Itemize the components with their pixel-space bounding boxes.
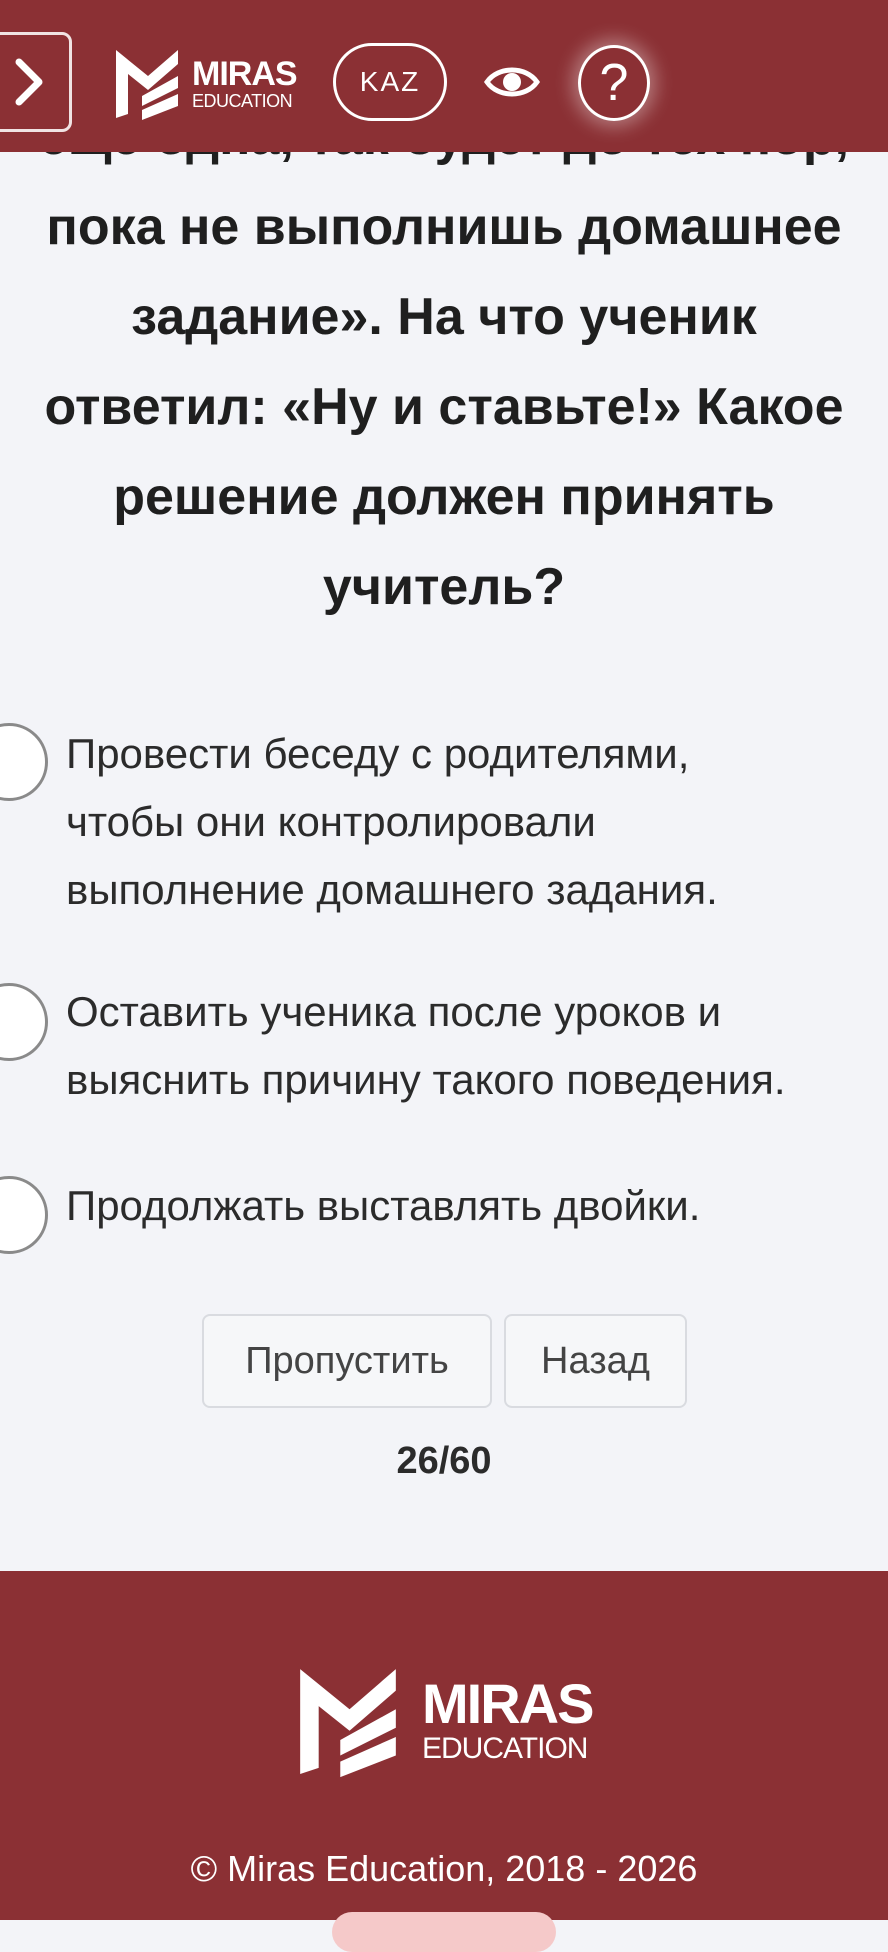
logo-subtitle: EDUCATION [192,90,293,111]
top-header: MIRAS EDUCATION KAZ ? [0,0,888,152]
chevron-right-icon [15,58,43,106]
miras-logo-icon [116,50,178,120]
back-button[interactable]: Назад [504,1314,687,1408]
answer-radio[interactable] [0,1176,48,1254]
sidebar-toggle-button[interactable] [0,32,72,132]
logo-title: MIRAS [192,54,298,93]
answer-radio[interactable] [0,723,48,801]
question-counter: 26/60 [396,1440,492,1482]
footer: MIRAS EDUCATION © Miras Education, 2018 … [0,1571,888,1952]
answer-label: Провести беседу с родителями, чтобы они … [66,730,718,913]
question-line: решение должен принять [113,468,775,526]
answer-radio[interactable] [0,983,48,1061]
question-line: учитель? [322,558,566,616]
question-text: еще одна, так будет до тех пор, пока не … [0,92,888,632]
question-line: ответил: «Ну и ставьте!» Какое [44,378,844,436]
miras-logo-icon [300,1669,396,1778]
footer-button[interactable] [332,1912,556,1952]
footer-logo[interactable]: MIRAS EDUCATION [294,1659,594,1781]
skip-button[interactable]: Пропустить [202,1314,492,1408]
logo-title: MIRAS [422,1672,594,1735]
answer-label: Оставить ученика после уроков и выяснить… [66,988,786,1103]
question-line: пока не выполнишь домашнее [46,198,842,256]
copyright-text: © Miras Education, 2018 - 2026 [190,1848,698,1889]
help-button[interactable]: ? [578,45,650,121]
eye-icon[interactable] [484,58,540,106]
answer-label: Продолжать выставлять двойки. [66,1182,701,1229]
logo-subtitle: EDUCATION [422,1732,588,1765]
header-logo[interactable]: MIRAS EDUCATION [112,46,298,120]
language-toggle-button[interactable]: KAZ [333,43,447,121]
question-line: задание». На что ученик [131,288,757,346]
